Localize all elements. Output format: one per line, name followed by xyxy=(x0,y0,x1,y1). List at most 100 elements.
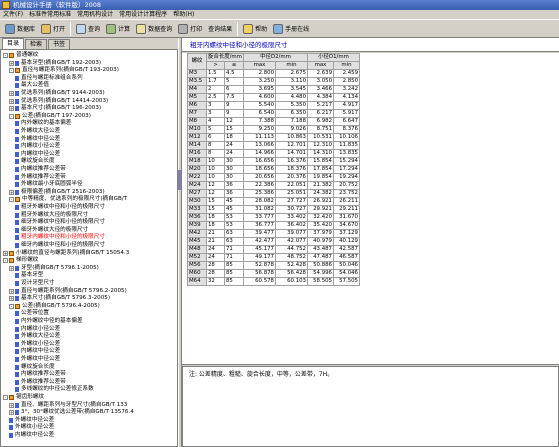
tree-item[interactable]: 内螺纹小径公差 xyxy=(15,326,60,333)
table-row[interactable]: M36 18 53 33.777 33.402 32.420 31.670 xyxy=(187,213,360,222)
tab-contents[interactable]: 目录 xyxy=(2,38,25,49)
table-row[interactable]: M56 28 85 52.878 52.428 50.886 50.046 xyxy=(187,261,360,270)
tree-item[interactable]: 外螺纹推荐公差带 xyxy=(15,379,66,386)
table-row[interactable]: M22 10 30 20.656 20.376 19.854 19.294 xyxy=(187,173,360,182)
menu-help[interactable]: 帮助(H) xyxy=(173,10,194,19)
tree-item[interactable]: 外螺纹推荐公差带 xyxy=(15,174,66,181)
collapse-icon[interactable]: - xyxy=(9,68,14,74)
tree-item[interactable]: - 梯形螺纹 xyxy=(3,257,38,264)
menu-file[interactable]: 文件(F) xyxy=(3,10,23,19)
table-row[interactable]: M6 3 9 5.540 5.350 5.217 4.917 xyxy=(187,101,360,110)
expand-icon[interactable]: + xyxy=(3,250,8,256)
tree-item[interactable]: 内外螺纹的基本偏差 xyxy=(15,120,71,127)
tree-item[interactable]: 细牙外螺纹大径的极限尺寸 xyxy=(15,227,88,234)
tree-item[interactable]: 直径与螺距标准组合系列 xyxy=(15,75,83,82)
toolbar-database-button[interactable]: 数据库 xyxy=(2,21,38,37)
expand-icon[interactable]: + xyxy=(9,265,14,271)
tree-item[interactable]: 粗牙外螺纹中径和小径的极限尺寸 xyxy=(15,204,105,211)
tree-item[interactable]: 内螺纹推荐公差带 xyxy=(15,371,66,378)
table-row[interactable]: M14 8 24 13.066 12.701 12.310 11.835 xyxy=(187,141,360,150)
toolbar-search-button[interactable]: 查询 xyxy=(73,21,103,37)
tree-item[interactable]: 内螺纹中径公差 xyxy=(15,151,60,158)
tree-item[interactable]: 内螺纹推荐公差带 xyxy=(15,166,66,173)
expand-icon[interactable]: + xyxy=(9,288,14,294)
tree-item[interactable]: 外螺纹中径公差 xyxy=(15,136,60,143)
menu-standards[interactable]: 标准件常用标准 xyxy=(29,10,71,19)
tree-item[interactable]: - 公差(摘自GB/T 197-2003) xyxy=(9,113,91,120)
tree-item[interactable]: 螺纹旋合长度 xyxy=(15,364,55,371)
tree-item[interactable]: + 基本尺寸(摘自GB/T 5796.3-2005) xyxy=(9,295,110,302)
table-row[interactable]: M64 32 85 60.578 60.103 58.505 57.505 xyxy=(187,277,360,286)
table-row[interactable]: M30 15 45 28.082 27.727 26.921 26.211 xyxy=(187,197,360,206)
toolbar-calc-button[interactable]: 计算 xyxy=(103,21,133,37)
tree-item[interactable]: - 公差(摘自GB/T 5796.4-2005) xyxy=(9,303,100,310)
tree-item[interactable]: + 优选系列(摘自GB/T 14414-2003) xyxy=(9,98,108,105)
table-row[interactable]: M27 12 36 25.386 25.051 24.382 23.752 xyxy=(187,189,360,198)
tree-item[interactable]: 内外螺纹中径的基本偏差 xyxy=(15,318,83,325)
expand-icon[interactable]: + xyxy=(9,91,14,96)
tree-item[interactable]: 外螺纹中径公差 xyxy=(9,417,54,424)
tree-item[interactable]: + 基本牙型(摘自GB/T 192-2003) xyxy=(9,60,101,67)
tree-item[interactable]: - 普通螺纹 xyxy=(3,52,38,59)
tab-search[interactable]: 检索 xyxy=(25,39,48,49)
table-row[interactable]: M4 2 6 3.695 3.545 3.466 3.242 xyxy=(187,85,360,94)
expand-icon[interactable]: + xyxy=(9,189,14,195)
tree-item[interactable]: 粗牙内螺纹中径和小径的极限尺寸 xyxy=(15,234,105,241)
tree-item[interactable]: + 直径与螺距系列(摘自GB/T 5796.2-2005) xyxy=(9,288,127,295)
table-row[interactable]: M7 3 9 6.540 6.350 6.217 5.917 xyxy=(187,109,360,118)
tree-item[interactable]: 外螺纹中径公差 xyxy=(15,356,60,363)
expand-icon[interactable]: + xyxy=(9,60,14,66)
table-row[interactable]: M33 15 45 31.082 30.727 29.921 29.211 xyxy=(187,205,360,214)
tree-item[interactable]: - 直径与螺距系列(摘自GB/T 193-2003) xyxy=(9,67,119,74)
expand-icon[interactable]: + xyxy=(9,410,14,416)
data-grid[interactable]: 螺纹 旋合长度/mm 中径D2/mm 小径D1/mm > ≤ max min m… xyxy=(182,53,559,365)
tree-item[interactable]: + 极限偏差(摘自GB/T 2516-2003) xyxy=(9,189,105,196)
menu-mechanism[interactable]: 常用机构设计 xyxy=(77,10,113,19)
table-row[interactable]: M48 24 71 45.177 44.752 43.487 42.587 xyxy=(187,245,360,254)
tree-item[interactable]: 最大公差值 xyxy=(15,82,49,89)
expand-icon[interactable]: + xyxy=(9,402,14,408)
table-row[interactable]: M3.5 1.7 5 3.250 3.110 3.050 2.850 xyxy=(187,77,360,86)
tree-item[interactable]: 内螺纹小径公差 xyxy=(15,143,60,150)
tree-item[interactable]: - 锯齿形螺纹 xyxy=(3,394,44,401)
tree-item[interactable]: 细牙外螺纹中径和小径的极限尺寸 xyxy=(15,219,105,226)
tree-item[interactable]: + 牙型(摘自GB/T 5796.1-2005) xyxy=(9,265,99,272)
tree-item[interactable]: 内螺纹中径公差 xyxy=(15,348,60,355)
tree-item[interactable]: 细牙内螺纹中径和小径的极限尺寸 xyxy=(15,242,105,249)
tree-item[interactable]: 粗牙外螺纹大径的极限尺寸 xyxy=(15,212,88,219)
tree-item[interactable]: 外螺纹小径公差 xyxy=(9,424,54,431)
toolbar-open-button[interactable]: 打开 xyxy=(38,21,68,37)
table-row[interactable]: M60 28 85 56.878 56.428 54.996 54.046 xyxy=(187,269,360,278)
note-box[interactable]: 注: 公差精度、粗糙、旋合长度，中等，公差带，7H。 xyxy=(182,366,559,447)
tree-item[interactable]: - 中等精度、优选系列的极限尺寸(摘自GB/T xyxy=(9,196,127,203)
tab-bookmarks[interactable]: 书签 xyxy=(48,39,71,49)
table-row[interactable]: M52 24 71 49.177 48.752 47.487 46.587 xyxy=(187,253,360,262)
table-row[interactable]: M42 21 63 39.477 39.077 37.979 37.129 xyxy=(187,229,360,238)
table-row[interactable]: M10 5 15 9.250 9.026 8.751 8.376 xyxy=(187,125,360,134)
table-row[interactable]: M16 8 24 14.966 14.701 14.310 13.835 xyxy=(187,149,360,158)
expand-icon[interactable]: + xyxy=(9,296,14,302)
table-row[interactable]: M8 4 12 7.388 7.188 6.982 6.647 xyxy=(187,117,360,126)
table-row[interactable]: M20 10 30 18.656 18.376 17.854 17.294 xyxy=(187,165,360,174)
collapse-icon[interactable]: - xyxy=(3,53,8,58)
toolbar-online-button[interactable]: 手册在线 xyxy=(270,21,312,37)
toolbar-help-button[interactable]: 帮助 xyxy=(240,21,270,37)
table-row[interactable]: M45 21 63 42.477 42.077 40.979 40.129 xyxy=(187,237,360,246)
collapse-icon[interactable]: - xyxy=(9,113,14,119)
tree-item[interactable]: + 直径、螺距系列与牙型尺寸(摘自GB/T 133 xyxy=(9,402,127,409)
expand-icon[interactable]: + xyxy=(9,98,14,104)
toolbar-query-button[interactable]: 数据查询 xyxy=(133,21,175,37)
table-row[interactable]: M24 12 36 22.386 22.051 21.382 20.752 xyxy=(187,181,360,190)
collapse-icon[interactable]: - xyxy=(9,197,14,203)
tree-item[interactable]: 公差带位置 xyxy=(15,310,49,317)
tree-item[interactable]: 外螺纹最小牙底圆弧半径 xyxy=(15,181,83,188)
tree-item[interactable]: + 小螺纹的直径与螺距系列(摘自GB/T 15054.3 xyxy=(3,250,129,257)
tree-item[interactable]: + 优选系列(摘自GB/T 9144-2003) xyxy=(9,90,105,97)
collapse-icon[interactable]: - xyxy=(3,395,8,400)
tree-item[interactable]: 设计牙型尺寸 xyxy=(15,280,55,287)
toolbar-print-button[interactable]: 打印 xyxy=(175,21,205,37)
table-row[interactable]: M5 2.5 7.5 4.600 4.480 4.384 4.134 xyxy=(187,93,360,102)
tree-item[interactable]: 外螺纹小径公差 xyxy=(15,341,60,348)
table-row[interactable]: M18 10 30 16.656 16.376 15.854 15.294 xyxy=(187,157,360,166)
table-row[interactable]: M3 1.5 4.5 2.800 2.675 2.639 2.459 xyxy=(187,69,360,78)
